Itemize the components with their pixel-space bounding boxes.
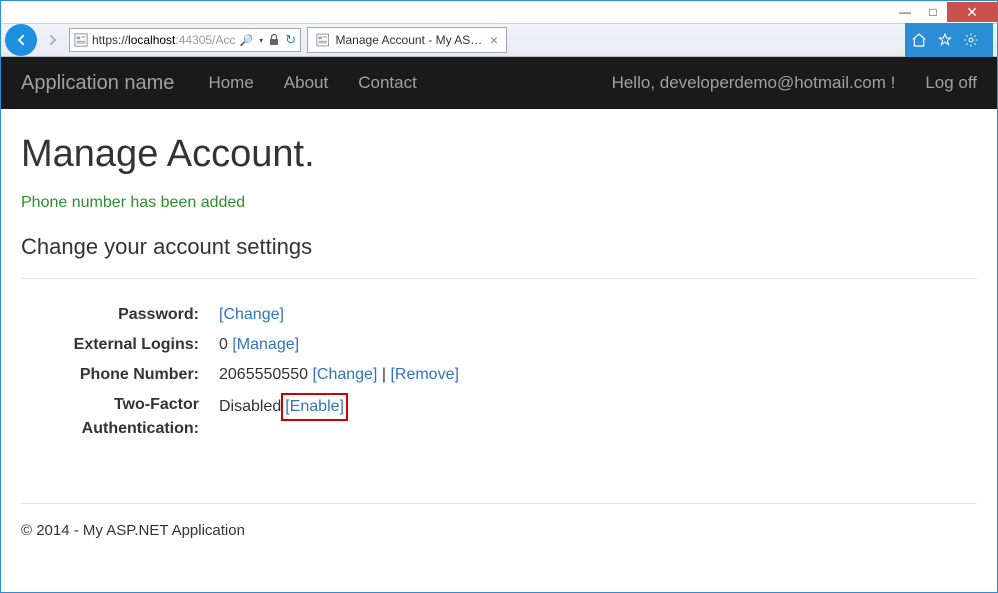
tab-close-icon[interactable]: × <box>490 32 498 48</box>
nav-home[interactable]: Home <box>208 73 253 93</box>
settings-list: Password: [Change] External Logins: 0 [M… <box>21 303 977 441</box>
phone-change-link[interactable]: [Change] <box>312 366 377 383</box>
refresh-icon[interactable]: ↻ <box>285 32 296 48</box>
page-footer: © 2014 - My ASP.NET Application <box>21 504 977 557</box>
page-subheading: Change your account settings <box>21 234 977 260</box>
browser-tab[interactable]: Manage Account - My ASP.... × <box>307 27 507 53</box>
addressbar-controls: 🔎 ▾ ↻ <box>239 32 296 48</box>
tab-favicon-icon <box>316 33 329 47</box>
browser-window: — □ ✕ https://localhost:44305/Acc 🔎 ▾ ↻ … <box>0 0 998 593</box>
window-titlebar: — □ ✕ <box>1 1 997 23</box>
external-logins-manage-link[interactable]: [Manage] <box>232 336 299 353</box>
password-label: Password: <box>21 303 219 327</box>
app-navbar: Application name Home About Contact Hell… <box>1 57 997 109</box>
nav-about[interactable]: About <box>284 73 328 93</box>
tab-title: Manage Account - My ASP.... <box>336 33 484 47</box>
nav-greeting[interactable]: Hello, developerdemo@hotmail.com ! <box>612 73 896 93</box>
back-button[interactable] <box>5 24 37 56</box>
address-bar[interactable]: https://localhost:44305/Acc 🔎 ▾ ↻ <box>69 28 301 52</box>
forward-button[interactable] <box>41 28 65 52</box>
brand-label[interactable]: Application name <box>21 72 174 95</box>
twofactor-label: Two-Factor Authentication: <box>21 393 219 441</box>
twofactor-value: Disabled[Enable] <box>219 393 977 441</box>
search-icon[interactable]: 🔎 <box>239 34 253 47</box>
arrow-right-icon <box>45 32 61 48</box>
external-logins-label: External Logins: <box>21 333 219 357</box>
password-change-link[interactable]: [Change] <box>219 306 284 323</box>
settings-gear-icon[interactable] <box>963 32 979 48</box>
nav-contact[interactable]: Contact <box>358 73 417 93</box>
twofactor-enable-link[interactable]: [Enable] <box>285 398 344 415</box>
home-icon[interactable] <box>911 32 927 48</box>
external-logins-count: 0 <box>219 336 228 353</box>
external-logins-value: 0 [Manage] <box>219 333 977 357</box>
window-maximize-button[interactable]: □ <box>919 2 947 22</box>
page-favicon-icon <box>74 33 88 47</box>
browser-toolbar: https://localhost:44305/Acc 🔎 ▾ ↻ Manage… <box>1 23 997 57</box>
window-close-button[interactable]: ✕ <box>947 2 997 22</box>
phone-label: Phone Number: <box>21 363 219 387</box>
phone-remove-link[interactable]: [Remove] <box>390 366 458 383</box>
twofactor-status-text: Disabled <box>219 398 281 415</box>
window-minimize-button[interactable]: — <box>891 2 919 22</box>
url-text: https://localhost:44305/Acc <box>92 33 235 47</box>
phone-number-text: 2065550550 <box>219 366 308 383</box>
twofactor-enable-highlight: [Enable] <box>281 393 348 421</box>
password-value: [Change] <box>219 303 977 327</box>
page-content: Manage Account. Phone number has been ad… <box>1 109 997 592</box>
status-message: Phone number has been added <box>21 194 977 212</box>
arrow-left-icon <box>13 32 29 48</box>
dropdown-icon[interactable]: ▾ <box>259 36 263 45</box>
page-heading: Manage Account. <box>21 133 977 176</box>
divider <box>21 278 977 279</box>
lock-icon <box>269 34 279 46</box>
favorites-star-icon[interactable] <box>937 32 953 48</box>
toolbar-right <box>905 23 993 57</box>
nav-logoff[interactable]: Log off <box>925 73 977 93</box>
phone-value: 2065550550 [Change] | [Remove] <box>219 363 977 387</box>
